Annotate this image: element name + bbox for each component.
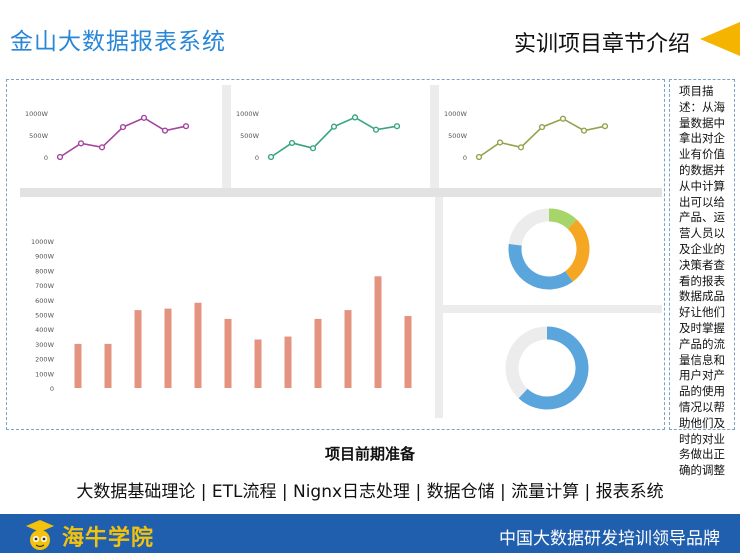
donut-slice	[548, 208, 577, 230]
y-tick-label: 300W	[35, 341, 54, 349]
bar	[404, 315, 412, 388]
data-point	[182, 123, 190, 130]
bar	[224, 318, 232, 388]
line-chart-2: 1000W 500W 0	[236, 110, 401, 162]
data-point	[267, 153, 275, 161]
line-chart-panel-1: 1000W 500W 0	[20, 85, 222, 188]
data-point	[309, 145, 317, 152]
data-point	[161, 127, 169, 134]
bar-chart: 1000W 900W 800W 700W 600W 500W 400W 300W 200W 100…	[31, 238, 412, 393]
y-tick-label: 600W	[35, 297, 54, 305]
y-tick-label: 0	[50, 385, 54, 393]
y-tick-label: 0	[255, 154, 259, 162]
donut-panel-2	[443, 313, 662, 418]
data-point	[119, 123, 127, 131]
bar	[254, 339, 262, 388]
donut-slice	[505, 326, 548, 399]
y-tick-label: 500W	[240, 132, 259, 140]
caption: 项目前期准备	[324, 445, 415, 463]
app-title: 金山大数据报表系统	[10, 29, 226, 55]
data-point	[393, 123, 401, 130]
section-arrow-icon	[700, 22, 740, 56]
data-point	[475, 153, 483, 161]
data-point	[496, 139, 504, 146]
project-description: 项目描述：从海量数据中拿出对企业有价值的数据并从中计算出可以给产品、运营人员以及…	[679, 84, 725, 478]
y-tick-label: 500W	[448, 132, 467, 140]
bar	[134, 310, 142, 388]
y-tick-label: 0	[463, 154, 467, 162]
bar	[344, 310, 352, 388]
y-tick-label: 1000W	[31, 238, 55, 246]
donut-chart-1	[508, 208, 590, 290]
data-point	[330, 123, 338, 130]
y-tick-label: 700W	[35, 282, 54, 290]
y-tick-label: 1000W	[444, 110, 468, 118]
line-chart-3: 1000W 500W 0	[444, 110, 609, 162]
panel-separator	[20, 188, 662, 197]
donut-slice	[564, 219, 590, 282]
y-tick-label: 100W	[35, 370, 54, 378]
footer-bar: 海牛学院 中国大数据研发培训领导品牌	[0, 514, 740, 553]
series-line	[270, 116, 398, 158]
section-title: 实训项目章节介绍	[513, 32, 690, 57]
donut-chart-2	[505, 326, 589, 410]
y-tick-label: 800W	[35, 267, 54, 275]
bar-chart-panel: 1000W 900W 800W 700W 600W 500W 400W 300W 200W 100…	[20, 197, 435, 418]
line-chart-panel-2: 1000W 500W 0	[231, 85, 430, 188]
mascot-logo-icon	[26, 520, 54, 550]
y-tick-label: 200W	[35, 356, 54, 364]
y-tick-label: 400W	[35, 326, 54, 334]
line-chart-1: 1000W 500W 0	[25, 110, 190, 162]
bar	[74, 343, 82, 388]
data-point	[77, 140, 85, 147]
data-point	[56, 153, 64, 161]
footer-slogan: 中国大数据研发培训领导品牌	[499, 529, 720, 549]
data-point	[601, 123, 609, 130]
bar	[164, 308, 172, 388]
bar	[194, 302, 202, 388]
line-chart-panel-3: 1000W 500W 0	[439, 85, 662, 188]
data-point	[288, 139, 296, 147]
bar	[104, 343, 112, 388]
data-point	[538, 123, 546, 131]
donut-slice	[508, 243, 573, 290]
description-frame: 项目描述：从海量数据中拿出对企业有价值的数据并从中计算出可以给产品、运营人员以及…	[669, 79, 735, 477]
data-point	[98, 144, 106, 151]
y-tick-label: 1000W	[236, 110, 260, 118]
y-tick-label: 500W	[35, 312, 54, 320]
bar	[374, 276, 382, 388]
data-point	[559, 115, 567, 122]
data-point	[351, 114, 359, 121]
data-point	[517, 144, 525, 151]
y-tick-label: 1000W	[25, 110, 49, 118]
data-point	[372, 126, 380, 133]
series-line	[59, 116, 187, 158]
data-point	[140, 114, 148, 121]
bar	[284, 336, 292, 388]
donut-slice	[508, 208, 550, 246]
bar	[314, 318, 322, 388]
topics-list: 大数据基础理论 | ETL流程 | Nignx日志处理 | 数据仓储 | 流量计…	[76, 482, 664, 502]
y-tick-label: 900W	[35, 253, 54, 261]
y-tick-label: 0	[44, 154, 48, 162]
donut-panel-1	[443, 197, 662, 305]
y-tick-label: 500W	[29, 132, 48, 140]
footer-logo-text: 海牛学院	[62, 526, 155, 551]
data-point	[580, 127, 588, 134]
